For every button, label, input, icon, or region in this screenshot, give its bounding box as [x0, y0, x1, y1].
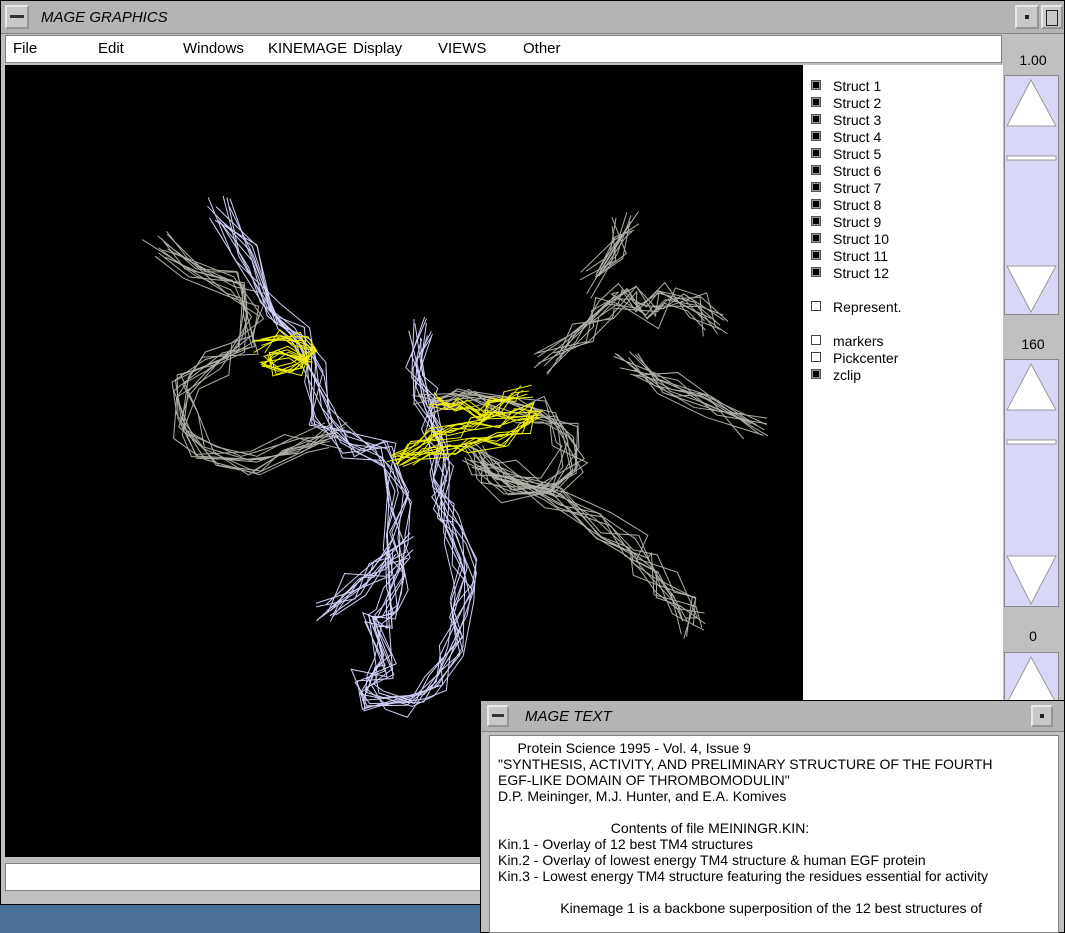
checkbox-struct-4[interactable]: Struct 4: [811, 129, 881, 146]
text-line: Kin.1 - Overlay of 12 best TM4 structure…: [498, 836, 753, 852]
checkbox-struct-6[interactable]: Struct 6: [811, 163, 881, 180]
text-titlebar[interactable]: MAGE TEXT: [481, 701, 1064, 732]
minimize-button[interactable]: [1031, 705, 1053, 727]
maximize-button[interactable]: [1041, 5, 1063, 29]
ztran-slider[interactable]: [1004, 652, 1059, 704]
backbone-trace: [617, 354, 758, 426]
text-line: Kin.2 - Overlay of lowest energy TM4 str…: [498, 852, 926, 868]
status-bar[interactable]: [5, 863, 485, 891]
minimize-button[interactable]: [1015, 5, 1039, 29]
checkbox-struct-7[interactable]: Struct 7: [811, 180, 881, 197]
backbone-trace: [591, 212, 627, 298]
menu-edit[interactable]: Edit: [98, 40, 124, 57]
checkbox-struct-3[interactable]: Struct 3: [811, 112, 881, 129]
button-panel: Struct 1 Struct 2 Struct 3 Struct 4 Stru…: [803, 65, 1003, 701]
menu-windows[interactable]: Windows: [183, 40, 244, 57]
arrow-down-icon: [1007, 556, 1056, 604]
checkbox-struct-9[interactable]: Struct 9: [811, 214, 881, 231]
checkbox-box: [811, 148, 821, 158]
text-line: Protein Science 1995 - Vol. 4, Issue 9: [498, 740, 751, 756]
backbone-trace: [470, 447, 681, 635]
slider-thumb: [1007, 156, 1056, 160]
checkbox-box: [811, 267, 821, 277]
zslab-value: 160: [1004, 336, 1062, 352]
checkbox-struct-5[interactable]: Struct 5: [811, 146, 881, 163]
minimize-icon: [1040, 714, 1044, 718]
checkbox-box: [811, 114, 821, 124]
checkbox-box: [811, 80, 821, 90]
checkbox-pickcenter[interactable]: Pickcenter: [811, 350, 898, 367]
text-line: EGF-LIKE DOMAIN OF THROMBOMODULIN": [498, 772, 790, 788]
menu-views[interactable]: VIEWS: [438, 40, 486, 57]
window-menu-button[interactable]: [5, 5, 29, 29]
zoom-value: 1.00: [1004, 52, 1062, 68]
checkbox-box: [811, 301, 821, 311]
text-line: Kin.3 - Lowest energy TM4 structure feat…: [498, 868, 988, 884]
zoom-slider[interactable]: [1004, 75, 1059, 315]
checkbox-box: [811, 335, 821, 345]
checkbox-markers[interactable]: markers: [811, 333, 884, 350]
backbone-trace: [547, 290, 725, 373]
backbone-trace: [472, 467, 706, 624]
menu-display[interactable]: Display: [353, 40, 402, 57]
backbone-trace: [633, 373, 759, 434]
minimize-icon: [1025, 15, 1029, 19]
checkbox-represent[interactable]: Represent.: [811, 299, 901, 316]
text-line: Kinemage 1 is a backbone superposition o…: [498, 900, 982, 916]
text-content[interactable]: Protein Science 1995 - Vol. 4, Issue 9 "…: [489, 735, 1059, 933]
arrow-down-icon: [1007, 266, 1056, 312]
graphics-titlebar[interactable]: MAGE GRAPHICS: [1, 1, 1064, 34]
checkbox-box: [811, 165, 821, 175]
checkbox-box: [811, 199, 821, 209]
backbone-trace: [483, 465, 683, 622]
text-line: D.P. Meininger, M.J. Hunter, and E.A. Ko…: [498, 788, 786, 804]
menu-other[interactable]: Other: [523, 40, 561, 57]
checkbox-box: [811, 250, 821, 260]
checkbox-box: [811, 97, 821, 107]
arrow-up-icon: [1007, 80, 1056, 126]
zoom-slider-arrows: [1005, 76, 1058, 314]
text-line: Contents of file MEININGR.KIN:: [498, 820, 809, 836]
arrow-up-icon: [1007, 657, 1056, 703]
checkbox-struct-1[interactable]: Struct 1: [811, 78, 881, 95]
checkbox-box: [811, 369, 821, 379]
menu-bar: File Edit Windows KINEMAGE Display VIEWS…: [5, 35, 1002, 63]
checkbox-zclip[interactable]: zclip: [811, 367, 861, 384]
checkbox-box: [811, 352, 821, 362]
backbone-trace: [615, 353, 767, 418]
arrow-up-icon: [1007, 364, 1056, 410]
checkbox-struct-10[interactable]: Struct 10: [811, 231, 889, 248]
menu-kinemage[interactable]: KINEMAGE: [268, 40, 347, 57]
window-menu-button[interactable]: [487, 705, 509, 727]
backbone-trace: [471, 460, 696, 625]
checkbox-struct-2[interactable]: Struct 2: [811, 95, 881, 112]
backbone-trace: [482, 445, 692, 636]
text-line: "SYNTHESIS, ACTIVITY, AND PRELIMINARY ST…: [498, 756, 993, 772]
slider-thumb: [1007, 440, 1056, 444]
checkbox-box: [811, 216, 821, 226]
maximize-icon: [1046, 10, 1058, 26]
backbone-trace: [477, 450, 697, 618]
checkbox-struct-8[interactable]: Struct 8: [811, 197, 881, 214]
backbone-trace: [477, 460, 702, 627]
zslab-slider-arrows: [1005, 360, 1058, 606]
checkbox-box: [811, 131, 821, 141]
window-title: MAGE TEXT: [525, 708, 612, 725]
checkbox-box: [811, 233, 821, 243]
text-window: MAGE TEXT Protein Science 1995 - Vol. 4,…: [480, 700, 1065, 933]
backbone-trace: [559, 292, 717, 355]
ztran-slider-arrows: [1005, 653, 1058, 703]
backbone-trace: [481, 452, 705, 613]
checkbox-struct-11[interactable]: Struct 11: [811, 248, 888, 265]
checkbox-box: [811, 182, 821, 192]
backbone-trace: [413, 394, 568, 494]
ztran-value: 0: [1004, 628, 1062, 644]
menu-file[interactable]: File: [13, 40, 37, 57]
zslab-slider[interactable]: [1004, 359, 1059, 607]
window-title: MAGE GRAPHICS: [41, 9, 168, 26]
checkbox-struct-12[interactable]: Struct 12: [811, 265, 889, 282]
minus-icon: [492, 714, 504, 717]
minus-icon: [10, 15, 24, 18]
